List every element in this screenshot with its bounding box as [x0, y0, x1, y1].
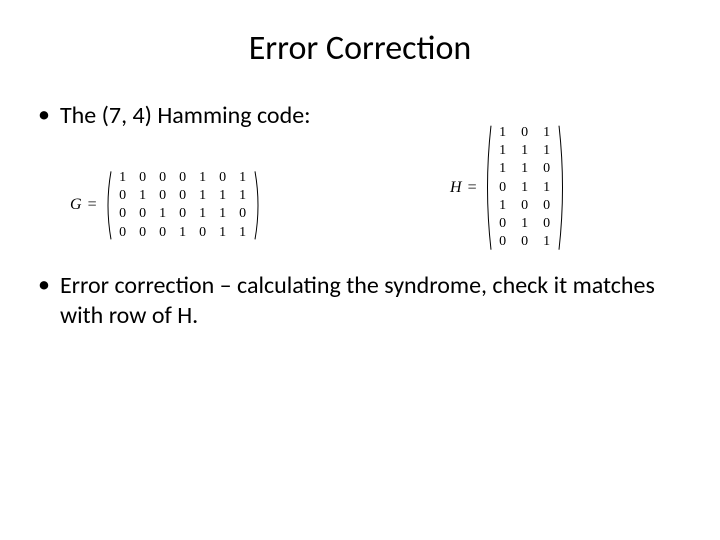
matrices-area: G = 1000101010011100101100001011 H = 101… — [30, 137, 690, 267]
equals-sign: = — [468, 179, 477, 197]
matrix-cell: 0 — [499, 179, 507, 197]
matrix-cell: 0 — [159, 224, 167, 242]
matrix-row: 0010110 — [119, 205, 247, 223]
left-paren-icon — [103, 167, 113, 244]
matrix-cell: 0 — [499, 233, 507, 251]
matrix-cell: 1 — [521, 160, 529, 178]
matrix-h: H = 101111110011100010001 — [450, 122, 567, 253]
matrix-cell: 1 — [239, 169, 247, 187]
matrix-row: 101 — [499, 124, 551, 142]
matrix-cell: 1 — [521, 215, 529, 233]
bullet-text-2: Error correction – calculating the syndr… — [60, 271, 690, 331]
matrix-cell: 0 — [199, 224, 207, 242]
matrix-cell: 1 — [499, 142, 507, 160]
matrix-cell: 1 — [543, 142, 551, 160]
matrix-cell: 0 — [219, 169, 227, 187]
matrix-cell: 0 — [543, 215, 551, 233]
matrix-g: G = 1000101010011100101100001011 — [70, 167, 263, 244]
matrix-cell: 0 — [239, 205, 247, 223]
matrix-h-label: H — [450, 179, 462, 197]
right-paren-icon — [253, 167, 263, 244]
matrix-row: 100 — [499, 197, 551, 215]
matrix-cell: 1 — [543, 124, 551, 142]
matrix-row: 001 — [499, 233, 551, 251]
matrix-cell: 0 — [139, 169, 147, 187]
matrix-cell: 0 — [179, 169, 187, 187]
matrix-cell: 1 — [159, 205, 167, 223]
bullet-text-1: The (7, 4) Hamming code: — [60, 101, 311, 131]
matrix-cell: 1 — [119, 169, 127, 187]
matrix-cell: 0 — [521, 197, 529, 215]
matrix-row: 111 — [499, 142, 551, 160]
matrix-cell: 1 — [179, 224, 187, 242]
matrix-cell: 0 — [139, 224, 147, 242]
matrix-row: 011 — [499, 179, 551, 197]
matrix-cell: 0 — [119, 224, 127, 242]
left-paren-icon — [483, 122, 493, 253]
matrix-cell: 1 — [239, 187, 247, 205]
matrix-cell: 1 — [219, 224, 227, 242]
matrix-cell: 0 — [159, 169, 167, 187]
matrix-cell: 1 — [521, 142, 529, 160]
bullet-marker: • — [38, 101, 50, 130]
matrix-cell: 0 — [119, 205, 127, 223]
equals-sign: = — [88, 196, 97, 214]
bullet-item-2: • Error correction – calculating the syn… — [30, 271, 690, 331]
matrix-row: 0001011 — [119, 224, 247, 242]
matrix-h-body: 101111110011100010001 — [483, 122, 567, 253]
matrix-cell: 0 — [139, 205, 147, 223]
bullet-marker: • — [38, 271, 50, 300]
matrix-cell: 0 — [543, 197, 551, 215]
matrix-cell: 0 — [179, 187, 187, 205]
matrix-row: 1000101 — [119, 169, 247, 187]
matrix-cell: 0 — [179, 205, 187, 223]
matrix-cell: 0 — [159, 187, 167, 205]
matrix-g-body: 1000101010011100101100001011 — [103, 167, 263, 244]
matrix-cell: 1 — [219, 205, 227, 223]
right-paren-icon — [557, 122, 567, 253]
matrix-cell: 1 — [499, 160, 507, 178]
matrix-cell: 1 — [521, 179, 529, 197]
matrix-cell: 1 — [499, 124, 507, 142]
matrix-cell: 0 — [543, 160, 551, 178]
matrix-cell: 1 — [199, 187, 207, 205]
matrix-cell: 1 — [199, 169, 207, 187]
matrix-cell: 1 — [219, 187, 227, 205]
matrix-cell: 1 — [543, 179, 551, 197]
matrix-row: 110 — [499, 160, 551, 178]
bullet-item-1: • The (7, 4) Hamming code: — [30, 101, 690, 131]
matrix-cell: 1 — [543, 233, 551, 251]
matrix-cell: 1 — [239, 224, 247, 242]
matrix-cell: 1 — [199, 205, 207, 223]
matrix-g-label: G — [70, 196, 82, 214]
matrix-cell: 1 — [139, 187, 147, 205]
slide-title: Error Correction — [30, 28, 690, 69]
matrix-cell: 0 — [521, 124, 529, 142]
matrix-row: 010 — [499, 215, 551, 233]
matrix-row: 0100111 — [119, 187, 247, 205]
matrix-cell: 1 — [499, 197, 507, 215]
matrix-cell: 0 — [521, 233, 529, 251]
matrix-cell: 0 — [119, 187, 127, 205]
matrix-cell: 0 — [499, 215, 507, 233]
